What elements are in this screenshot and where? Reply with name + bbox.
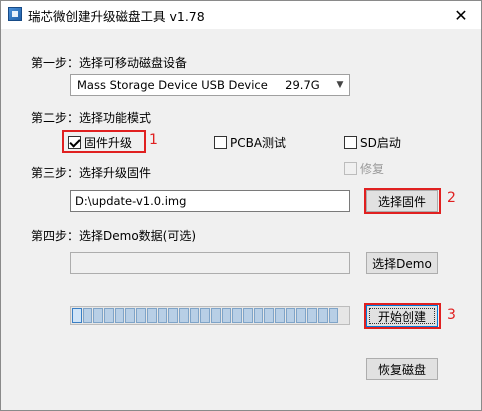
window-title: 瑞芯微创建升级磁盘工具 v1.78 [28, 9, 205, 24]
checkbox-repair: 修复 [344, 160, 384, 177]
progress-segment [146, 308, 157, 323]
device-select[interactable]: Mass Storage Device USB Device 29.7G ▼ [70, 74, 350, 96]
annotation-number-1: 1 [149, 132, 158, 148]
progress-segment [285, 308, 296, 323]
progress-segment [317, 308, 328, 323]
progress-segment [93, 308, 104, 323]
chevron-down-icon[interactable]: ▼ [331, 75, 349, 95]
device-name: Mass Storage Device USB Device [77, 78, 268, 92]
progress-segment [232, 308, 242, 323]
progress-bar [70, 306, 350, 325]
progress-segment [189, 308, 200, 323]
annotation-number-2: 2 [447, 190, 456, 206]
demo-path-field[interactable] [70, 252, 350, 274]
progress-segment [264, 308, 275, 323]
progress-segment [221, 308, 232, 323]
progress-segment [168, 308, 178, 323]
restore-disk-button[interactable]: 恢复磁盘 [366, 358, 438, 380]
app-icon [8, 7, 22, 21]
step2-label: 第二步：选择功能模式 [31, 111, 152, 125]
progress-segment [72, 308, 82, 323]
progress-segment [200, 308, 210, 323]
checkbox-label: PCBA测试 [230, 136, 287, 150]
step1-label: 第一步：选择可移动磁盘设备 [31, 56, 188, 70]
annotation-box-1 [62, 130, 146, 153]
title-bar: 瑞芯微创建升级磁盘工具 v1.78 ✕ [1, 1, 481, 29]
checkbox-icon[interactable] [344, 136, 357, 149]
step3-label: 第三步：选择升级固件 [31, 166, 152, 180]
progress-segment [82, 308, 93, 323]
progress-segment [114, 308, 125, 323]
progress-segment [328, 308, 339, 323]
checkbox-label: SD启动 [360, 136, 401, 150]
annotation-number-3: 3 [447, 307, 456, 323]
select-demo-button[interactable]: 选择Demo [366, 252, 438, 274]
annotation-box-3 [364, 303, 441, 329]
checkbox-label: 修复 [360, 162, 385, 176]
progress-segment [136, 308, 146, 323]
annotation-box-2 [364, 188, 441, 214]
progress-segment [104, 308, 114, 323]
checkbox-sd-boot[interactable]: SD启动 [344, 134, 401, 151]
app-window: 瑞芯微创建升级磁盘工具 v1.78 ✕ 第一步：选择可移动磁盘设备 Mass S… [0, 0, 482, 411]
checkbox-icon [344, 162, 357, 175]
progress-segment [178, 308, 189, 323]
checkbox-icon[interactable] [214, 136, 227, 149]
firmware-path-field[interactable]: D:\update-v1.0.img [70, 190, 350, 212]
device-size: 29.7G [285, 78, 320, 92]
progress-segment [210, 308, 221, 323]
progress-segment [307, 308, 317, 323]
step4-label: 第四步：选择Demo数据(可选) [31, 229, 197, 243]
progress-segment [125, 308, 136, 323]
close-icon[interactable]: ✕ [441, 1, 481, 29]
checkbox-pcba-test[interactable]: PCBA测试 [214, 134, 286, 151]
progress-segment [253, 308, 264, 323]
progress-segment [275, 308, 285, 323]
progress-segment [243, 308, 253, 323]
progress-segment [157, 308, 168, 323]
progress-segment [296, 308, 307, 323]
